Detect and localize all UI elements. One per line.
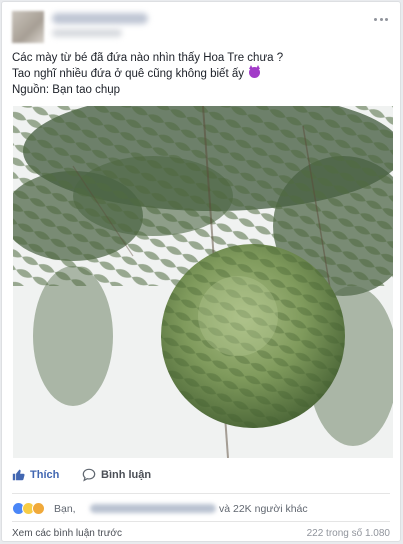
post-line-1: Các mày từ bé đã đứa nào nhìn thấy Hoa T… [12,52,284,64]
post-header [12,11,390,43]
like-button[interactable]: Thích [12,468,59,481]
post-card: Các mày từ bé đã đứa nào nhìn thấy Hoa T… [1,1,401,542]
avatar[interactable] [12,11,44,43]
comment-count: 222 trong số 1.080 [306,528,390,539]
reaction-you-label: Bạn, [54,503,76,515]
post-line-2: Tao nghĩ nhiều đứa ở quê cũng không biết… [12,65,390,82]
post-line-3: Nguồn: Bạn tao chụp [12,84,121,96]
divider [12,493,390,494]
comment-label: Bình luận [101,469,152,481]
smiling-devil-emoji-icon [249,65,261,78]
like-label: Thích [30,468,60,481]
timestamp-blurred [52,29,122,37]
more-options-icon[interactable] [374,13,388,25]
reactions-summary[interactable]: Bạn, và 22K người khác [12,501,390,517]
post-photo[interactable] [13,106,393,458]
bamboo-flower-photo [13,106,393,458]
view-previous-comments-link[interactable]: Xem các bình luận trước [12,528,122,539]
divider [12,521,390,522]
comment-bubble-icon [82,468,96,482]
comments-footer: Xem các bình luận trước 222 trong số 1.0… [12,528,390,542]
sad-reaction-icon [32,502,45,515]
post-text: Các mày từ bé đã đứa nào nhìn thấy Hoa T… [12,50,390,98]
reactor-names-blurred [90,504,216,513]
author-name-blurred[interactable] [52,13,148,24]
post-actions: Thích Bình luận [12,466,390,488]
comment-button[interactable]: Bình luận [82,468,151,482]
reaction-others-label: và 22K người khác [219,503,308,515]
thumbs-up-icon [12,469,25,481]
reaction-icons [12,502,45,515]
